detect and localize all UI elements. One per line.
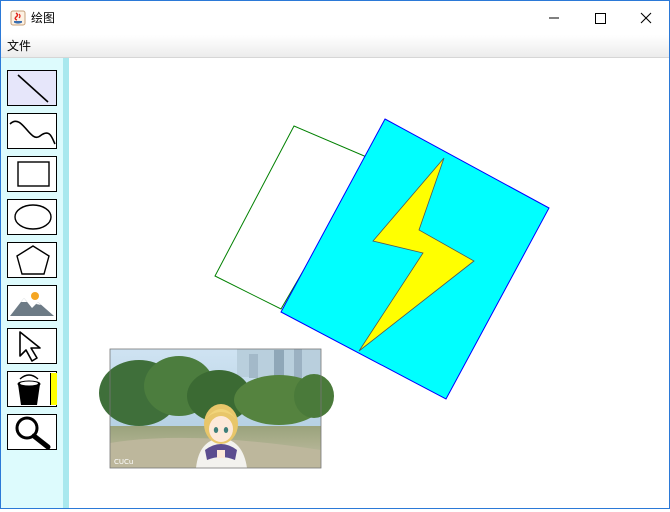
curve-tool-button[interactable] bbox=[7, 113, 57, 149]
rectangle-tool-button[interactable] bbox=[7, 156, 57, 192]
drawing-canvas[interactable]: CUCu bbox=[69, 58, 669, 508]
mountain-image-icon bbox=[10, 292, 54, 316]
pentagon-icon bbox=[16, 245, 50, 275]
toolbox-panel bbox=[1, 58, 63, 508]
select-tool-button[interactable] bbox=[7, 328, 57, 364]
java-app-icon bbox=[10, 10, 26, 26]
menu-bar: 文件 bbox=[1, 35, 669, 58]
curve-icon bbox=[9, 120, 56, 145]
image-tool-button[interactable] bbox=[7, 285, 57, 321]
menu-file[interactable]: 文件 bbox=[7, 38, 31, 54]
current-color-swatch bbox=[50, 373, 57, 405]
maximize-button[interactable] bbox=[577, 1, 623, 35]
minimize-icon bbox=[549, 17, 559, 19]
close-icon bbox=[640, 12, 652, 24]
line-tool-button[interactable] bbox=[7, 70, 57, 106]
ellipse-tool-button[interactable] bbox=[7, 199, 57, 235]
title-bar[interactable]: 绘图 bbox=[1, 1, 669, 35]
paint-bucket-icon bbox=[17, 374, 41, 405]
minimize-button[interactable] bbox=[531, 1, 577, 35]
maximize-icon bbox=[595, 13, 606, 24]
polygon-tool-button[interactable] bbox=[7, 242, 57, 278]
cursor-arrow-icon bbox=[19, 331, 41, 362]
app-window: 绘图 文件 CUCu bbox=[0, 0, 670, 509]
canvas-drawing: CUCu bbox=[99, 118, 550, 469]
rectangle-icon bbox=[17, 161, 50, 187]
ellipse-icon bbox=[14, 204, 52, 230]
close-button[interactable] bbox=[623, 1, 669, 35]
embedded-image[interactable] bbox=[99, 348, 334, 469]
window-title: 绘图 bbox=[31, 11, 56, 25]
fill-tool-button[interactable] bbox=[7, 371, 57, 407]
line-icon bbox=[17, 74, 49, 103]
zoom-tool-button[interactable] bbox=[7, 414, 57, 450]
magnifier-icon bbox=[15, 416, 51, 449]
image-watermark: CUCu bbox=[114, 458, 133, 466]
